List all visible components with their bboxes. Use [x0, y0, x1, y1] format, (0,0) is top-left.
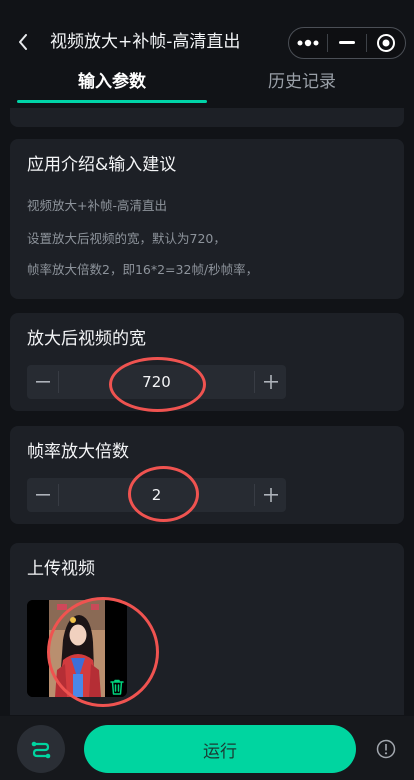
plus-icon: [263, 375, 278, 389]
close-button[interactable]: [367, 28, 405, 58]
tab-history[interactable]: 历史记录: [232, 70, 372, 94]
nav-bar: 视频放大+补帧-高清直出: [0, 0, 414, 64]
more-dots-icon: [297, 39, 319, 47]
minimize-icon: [339, 41, 355, 44]
switch-button[interactable]: [17, 725, 65, 773]
fps-card: 帧率放大倍数 2: [10, 426, 404, 524]
annotation-circle-fps: [128, 466, 199, 522]
minus-icon: [35, 494, 50, 496]
intro-line: 帧率放大倍数2，即16*2=32帧/秒帧率，: [27, 262, 259, 277]
width-label: 放大后视频的宽: [27, 329, 146, 349]
intro-line: 设置放大后视频的宽，默认为720，: [27, 231, 226, 246]
width-decrement-button[interactable]: [27, 365, 58, 399]
info-icon[interactable]: [376, 739, 396, 759]
fps-increment-button[interactable]: [255, 478, 286, 512]
minus-icon: [35, 381, 50, 383]
fps-label: 帧率放大倍数: [27, 442, 129, 462]
fps-decrement-button[interactable]: [27, 478, 58, 512]
more-button[interactable]: [289, 28, 327, 58]
minimize-button[interactable]: [328, 28, 366, 58]
annotation-circle-video: [47, 597, 159, 707]
collapsed-card: [10, 108, 404, 127]
upload-heading: 上传视频: [27, 559, 95, 579]
annotation-circle-width: [109, 357, 206, 412]
bottom-action-bar: 运行: [0, 716, 414, 780]
back-chevron-icon: [19, 34, 27, 50]
tab-input-params[interactable]: 输入参数: [42, 70, 182, 94]
width-card: 放大后视频的宽 720: [10, 313, 404, 411]
mini-program-capsule: [288, 27, 406, 59]
back-button[interactable]: [14, 30, 32, 54]
switch-arrows-icon: [31, 741, 51, 759]
run-button[interactable]: 运行: [84, 725, 356, 773]
active-tab-indicator: [17, 100, 207, 103]
plus-icon: [263, 488, 278, 502]
intro-line: 视频放大+补帧-高清直出: [27, 198, 167, 213]
intro-card: 应用介绍&输入建议 视频放大+补帧-高清直出 设置放大后视频的宽，默认为720，…: [10, 139, 404, 299]
page-title: 视频放大+补帧-高清直出: [50, 32, 241, 52]
close-target-icon: [377, 34, 395, 52]
width-increment-button[interactable]: [255, 365, 286, 399]
intro-heading: 应用介绍&输入建议: [27, 155, 177, 175]
